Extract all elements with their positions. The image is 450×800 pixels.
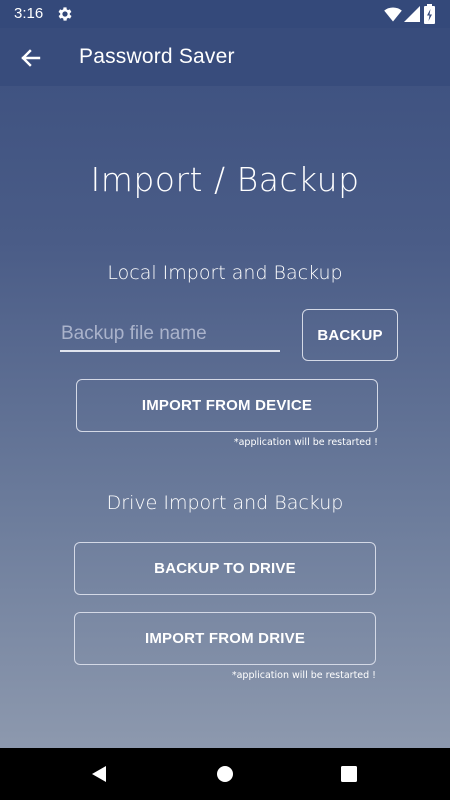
navigation-bar — [0, 748, 450, 800]
status-bar: 3:16 — [0, 0, 450, 28]
restart-note-drive: *application will be restarted ! — [231, 670, 376, 681]
restart-note: *application will be restarted ! — [233, 437, 378, 448]
arrow-back-icon[interactable] — [14, 42, 46, 74]
nav-back-icon[interactable] — [89, 764, 109, 784]
app-bar: Password Saver — [0, 28, 450, 86]
local-section-title: Local Import and Backup — [107, 262, 343, 284]
drive-section-title: Drive Import and Backup — [106, 492, 344, 514]
nav-home-icon[interactable] — [215, 764, 235, 784]
backup-file-name-input[interactable] — [60, 318, 280, 352]
status-time: 3:16 — [14, 5, 44, 22]
signal-icon — [404, 6, 420, 22]
app-title: Password Saver — [79, 45, 235, 68]
wifi-icon — [384, 7, 402, 22]
battery-charging-icon — [424, 4, 435, 24]
gear-icon — [58, 7, 72, 21]
import-from-drive-button[interactable]: IMPORT FROM DRIVE — [74, 612, 376, 665]
import-from-device-button[interactable]: IMPORT FROM DEVICE — [76, 379, 378, 432]
backup-button[interactable]: BACKUP — [302, 309, 398, 361]
nav-recent-icon[interactable] — [340, 765, 358, 783]
page-title: Import / Backup — [90, 160, 360, 199]
backup-to-drive-button[interactable]: BACKUP TO DRIVE — [74, 542, 376, 595]
